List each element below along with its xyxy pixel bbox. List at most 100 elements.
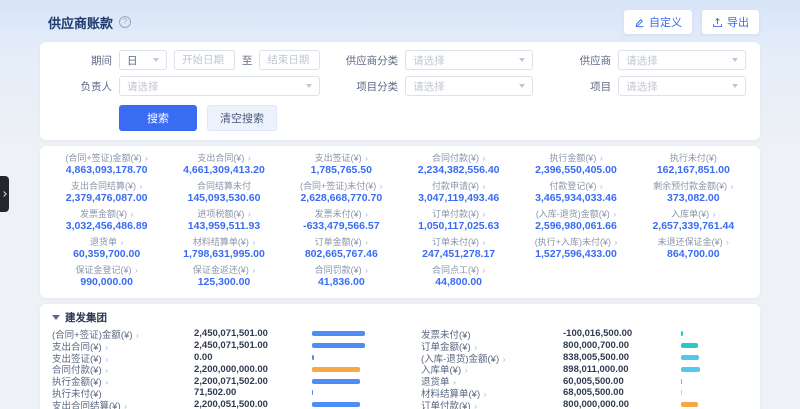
metric-value: 60,359,700.00 bbox=[51, 248, 162, 261]
metric-label: 合同点工(¥) › bbox=[403, 265, 514, 276]
group-metric-row[interactable]: 支出合同结算(¥) ›2,200,051,500.00 bbox=[52, 399, 379, 409]
metric-item[interactable]: 材料结算单(¥) ›1,798,631,995.00 bbox=[165, 235, 282, 263]
metric-value: 2,379,476,087.00 bbox=[51, 192, 162, 205]
metric-item[interactable]: 支出合同结算(¥) ›2,379,476,087.00 bbox=[48, 179, 165, 207]
filter-label-project-category: 项目分类 bbox=[340, 79, 398, 94]
chevron-right-icon: › bbox=[380, 181, 383, 191]
end-date-input[interactable] bbox=[259, 50, 320, 70]
filter-label-supplier-category: 供应商分类 bbox=[340, 53, 398, 68]
metric-item[interactable]: 支出合同(¥) ›4,661,309,413.20 bbox=[165, 151, 282, 179]
help-icon[interactable]: ? bbox=[119, 16, 131, 28]
filter-label-manager: 负责人 bbox=[54, 79, 112, 94]
group-metric-value: 838,005,500.00 bbox=[563, 352, 681, 363]
filter-field-project: 项目 请选择 bbox=[553, 76, 746, 96]
metric-item[interactable]: 保证金返还(¥) ›125,300.00 bbox=[165, 263, 282, 291]
metric-item[interactable]: 支出签证(¥) ›1,785,765.50 bbox=[283, 151, 400, 179]
metric-item[interactable]: 付款登记(¥) ›3,465,934,033.46 bbox=[517, 179, 634, 207]
metric-item[interactable]: 保证金登记(¥) ›990,000.00 bbox=[48, 263, 165, 291]
metric-item[interactable]: 退货单 ›60,359,700.00 bbox=[48, 235, 165, 263]
metric-item[interactable]: 订单金额(¥) ›802,665,767.46 bbox=[283, 235, 400, 263]
metrics-grid: (合同+签证)金额(¥) ›4,863,093,178.70支出合同(¥) ›4… bbox=[48, 151, 752, 291]
chevron-right-icon bbox=[1, 191, 7, 197]
chevron-right-icon: › bbox=[365, 237, 368, 247]
metric-item[interactable]: 合同付款(¥) ›2,234,382,556.40 bbox=[400, 151, 517, 179]
group-header[interactable]: 建发集团 bbox=[52, 310, 748, 325]
group-metric-row[interactable]: 订单付款(¥) ›800,000,000.00 bbox=[421, 399, 748, 409]
metric-item[interactable]: 未退还保证金(¥) ›864,700.00 bbox=[635, 235, 752, 263]
metric-item[interactable]: 发票未付(¥) ›-633,479,566.57 bbox=[283, 207, 400, 235]
group-metrics-list: (合同+签证)金额(¥) ›2,450,071,501.00支出合同(¥) ›2… bbox=[52, 328, 748, 409]
metric-item[interactable]: 执行金额(¥) ›2,396,550,405.00 bbox=[517, 151, 634, 179]
metric-bar-chart bbox=[312, 402, 379, 407]
chevron-right-icon: › bbox=[483, 153, 486, 163]
supplier-select[interactable]: 请选择 bbox=[618, 50, 746, 70]
metric-item[interactable]: 合同罚款(¥) ›41,836.00 bbox=[283, 263, 400, 291]
metric-item[interactable]: (合同+签证)金额(¥) ›4,863,093,178.70 bbox=[48, 151, 165, 179]
manager-select[interactable]: 请选择 bbox=[119, 76, 320, 96]
chevron-right-icon: › bbox=[613, 209, 616, 219]
metric-label: 进项税额(¥) › bbox=[168, 209, 279, 220]
metric-item[interactable]: (合同+签证)未付(¥) ›2,628,668,770.70 bbox=[283, 179, 400, 207]
drawer-toggle-handle[interactable] bbox=[0, 176, 9, 212]
metric-value: 162,167,851.00 bbox=[638, 164, 749, 177]
group-title: 建发集团 bbox=[65, 310, 107, 325]
chevron-right-icon: › bbox=[483, 209, 486, 219]
metric-bar-chart bbox=[312, 355, 379, 360]
metric-bar-chart bbox=[312, 390, 379, 395]
metric-item[interactable]: (入库-退货)金额(¥) ›2,596,980,061.66 bbox=[517, 207, 634, 235]
chevron-down-icon bbox=[519, 58, 525, 62]
chevron-right-icon: › bbox=[135, 265, 138, 275]
metric-item[interactable]: 合同点工(¥) ›44,800.00 bbox=[400, 263, 517, 291]
metric-label: 付款申请(¥) › bbox=[403, 181, 514, 192]
period-unit-select[interactable]: 日 bbox=[119, 50, 167, 70]
chevron-right-icon: › bbox=[614, 237, 617, 247]
metric-bar-chart bbox=[681, 355, 748, 360]
metric-value: 990,000.00 bbox=[51, 276, 162, 289]
group-metric-value: 898,011,000.00 bbox=[563, 364, 681, 375]
metric-label: 支出合同(¥) › bbox=[168, 153, 279, 164]
metric-item[interactable]: 付款申请(¥) ›3,047,119,493.46 bbox=[400, 179, 517, 207]
chevron-down-icon bbox=[732, 84, 738, 88]
metric-bar-chart bbox=[312, 331, 379, 336]
metrics-panel: (合同+签证)金额(¥) ›4,863,093,178.70支出合同(¥) ›4… bbox=[40, 146, 760, 298]
group-metric-value: 2,450,071,501.00 bbox=[194, 328, 312, 339]
metric-item[interactable]: 订单付款(¥) ›1,050,117,025.63 bbox=[400, 207, 517, 235]
metric-value: 1,785,765.50 bbox=[286, 164, 397, 177]
export-button[interactable]: 导出 bbox=[701, 9, 760, 35]
metric-label: 剩余预付款金额(¥) › bbox=[638, 181, 749, 192]
metric-item[interactable]: 执行未付(¥) 162,167,851.00 bbox=[635, 151, 752, 179]
metric-value: 1,798,631,995.00 bbox=[168, 248, 279, 261]
chevron-right-icon: › bbox=[713, 209, 716, 219]
search-button[interactable]: 搜索 bbox=[119, 105, 197, 131]
metric-item[interactable]: (执行+入库)未付(¥) ›1,527,596,433.00 bbox=[517, 235, 634, 263]
metric-value: 143,959,511.93 bbox=[168, 220, 279, 233]
metric-label: 支出合同结算(¥) › bbox=[51, 181, 162, 192]
supplier-category-select[interactable]: 请选择 bbox=[405, 50, 533, 70]
metric-value: 1,527,596,433.00 bbox=[520, 248, 631, 261]
chevron-down-icon bbox=[306, 84, 312, 88]
metric-item[interactable]: 剩余预付款金额(¥) ›373,082.00 bbox=[635, 179, 752, 207]
chevron-right-icon: › bbox=[365, 209, 368, 219]
metric-label: 材料结算单(¥) › bbox=[168, 237, 279, 248]
metric-item[interactable]: 订单未付(¥) ›247,451,278.17 bbox=[400, 235, 517, 263]
metric-item[interactable]: 发票金额(¥) ›3,032,456,486.89 bbox=[48, 207, 165, 235]
group-metric-value: 0.00 bbox=[194, 352, 312, 363]
metric-item[interactable]: 入库单(¥) ›2,657,339,761.44 bbox=[635, 207, 752, 235]
metric-bar-chart bbox=[312, 367, 379, 372]
date-range-separator: 至 bbox=[242, 53, 253, 68]
start-date-input[interactable] bbox=[174, 50, 235, 70]
metric-label: 支出签证(¥) › bbox=[286, 153, 397, 164]
chevron-right-icon: › bbox=[145, 153, 148, 163]
metric-item[interactable]: 进项税额(¥) ›143,959,511.93 bbox=[165, 207, 282, 235]
metric-value: 247,451,278.17 bbox=[403, 248, 514, 261]
group-metric-value: 71,502.00 bbox=[194, 387, 312, 398]
metric-value: 4,661,309,413.20 bbox=[168, 164, 279, 177]
project-category-select[interactable]: 请选择 bbox=[405, 76, 533, 96]
project-select[interactable]: 请选择 bbox=[618, 76, 746, 96]
customize-button[interactable]: 自定义 bbox=[623, 9, 693, 35]
metric-label: (合同+签证)金额(¥) › bbox=[51, 153, 162, 164]
metric-item[interactable]: 合同结算未付 145,093,530.60 bbox=[165, 179, 282, 207]
metric-label: 退货单 › bbox=[51, 237, 162, 248]
metric-label: (入库-退货)金额(¥) › bbox=[520, 209, 631, 220]
clear-search-button[interactable]: 清空搜索 bbox=[207, 105, 277, 131]
